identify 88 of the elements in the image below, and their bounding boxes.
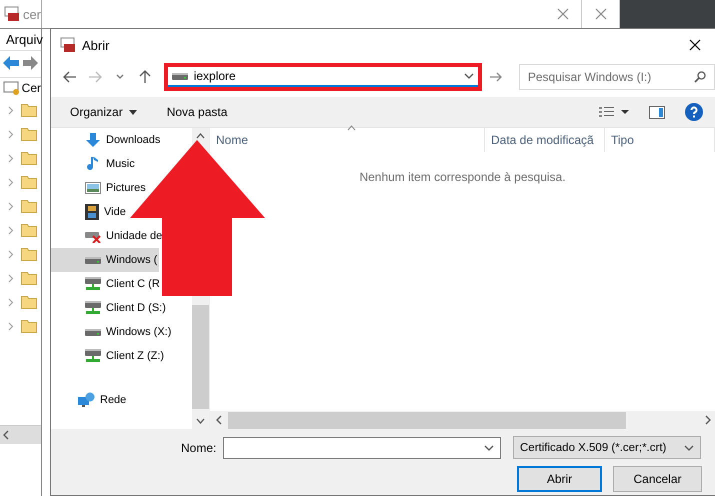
- nav-item[interactable]: Music: [51, 152, 137, 176]
- right-arrow-icon: [88, 71, 102, 83]
- folder-icon: [21, 223, 37, 237]
- folder-icon: [21, 319, 37, 333]
- chevron-right-icon[interactable]: [6, 154, 15, 162]
- folder-icon: [21, 199, 37, 213]
- chevron-right-icon[interactable]: [6, 274, 15, 282]
- chevron-right-icon[interactable]: [6, 250, 15, 258]
- name-field[interactable]: [223, 436, 501, 458]
- cancel-button[interactable]: Cancelar: [613, 466, 702, 492]
- folder-icon: [21, 247, 37, 261]
- folder-icon: [21, 127, 37, 141]
- nav-item[interactable]: Windows (: [51, 248, 160, 272]
- chevron-right-icon[interactable]: [6, 202, 15, 210]
- chevron-right-icon[interactable]: [6, 178, 15, 186]
- close-icon: [556, 8, 568, 20]
- app-icon: [60, 37, 76, 53]
- search-icon: [694, 71, 706, 83]
- view-options-icon[interactable]: [599, 106, 629, 118]
- drive-x-icon: [85, 229, 101, 243]
- scroll-right-icon: [705, 415, 711, 425]
- nav-item[interactable]: Client Z (Z:): [51, 344, 166, 368]
- toolbar-button[interactable]: Nova pasta: [166, 105, 228, 119]
- nav-item[interactable]: Downloads: [51, 128, 162, 152]
- empty-message: Nenhum item corresponde à pesquisa.: [359, 170, 566, 184]
- network-icon: [77, 392, 95, 408]
- name-label: Nome:: [181, 440, 218, 454]
- search-field[interactable]: Pesquisar Windows (I:): [518, 64, 715, 90]
- drive-icon: [85, 327, 101, 337]
- chevron-right-icon[interactable]: [6, 226, 15, 234]
- caret-icon: [464, 73, 474, 79]
- nav-item[interactable]: Rede: [51, 388, 128, 412]
- scroll-left-icon: [216, 415, 222, 425]
- close-icon: [594, 8, 606, 20]
- caret-down-icon: [196, 418, 205, 424]
- scrollbar[interactable]: [210, 411, 715, 429]
- nav-item[interactable]: Vide: [51, 200, 128, 224]
- column-header[interactable]: Data de modificaçã: [485, 128, 605, 152]
- menu-button[interactable]: Organizar: [70, 105, 137, 119]
- folder-icon: [21, 271, 37, 285]
- app-icon: [4, 6, 19, 22]
- up-arrow-icon: [139, 70, 152, 84]
- window-title: cer: [22, 6, 41, 22]
- folder-icon: [21, 295, 37, 309]
- caret-icon: [116, 74, 124, 80]
- certificate-icon: [3, 80, 19, 96]
- drive-icon: [172, 71, 188, 81]
- dialog-title: Abrir: [82, 38, 110, 52]
- left-arrow-icon: [62, 71, 77, 83]
- caret-icon: [128, 110, 137, 114]
- chevron-right-icon[interactable]: [6, 298, 15, 306]
- caret-icon: [484, 444, 494, 450]
- nav-item[interactable]: Client C (R: [51, 272, 162, 296]
- forward-arrow-icon[interactable]: [23, 55, 39, 71]
- scrollbar-thumb[interactable]: [192, 305, 209, 409]
- caret-icon: [684, 444, 694, 450]
- music-note-icon: [85, 156, 101, 172]
- down-arrow-icon: [85, 132, 101, 148]
- right-arrow-icon: [489, 71, 504, 83]
- close-icon: [689, 39, 701, 51]
- folder-icon: [21, 175, 37, 189]
- network-drive-icon: [85, 348, 101, 364]
- scroll-left-icon: [3, 430, 9, 440]
- chevron-right-icon[interactable]: [6, 130, 15, 138]
- chevron-right-icon[interactable]: [6, 106, 15, 114]
- film-icon: [85, 204, 99, 220]
- drive-icon: [85, 255, 101, 265]
- nav-item[interactable]: Pictures: [51, 176, 148, 200]
- caret-up-icon: [196, 133, 205, 139]
- nav-item[interactable]: Windows (X:): [51, 320, 174, 344]
- help-icon[interactable]: [685, 103, 703, 121]
- chevron-right-icon[interactable]: [6, 322, 15, 330]
- preview-pane-icon[interactable]: [649, 106, 665, 118]
- file-type-select[interactable]: Certificado X.509 (*.cer;*.crt): [513, 436, 701, 459]
- network-drive-icon: [85, 276, 101, 292]
- address-field[interactable]: iexplore: [168, 67, 478, 87]
- nav-item[interactable]: Client D (S:): [51, 296, 168, 320]
- nav-item[interactable]: Unidade de: [51, 224, 164, 248]
- menu-item[interactable]: Arquiv: [0, 29, 41, 51]
- column-header[interactable]: Nome: [210, 128, 485, 152]
- column-header[interactable]: Tipo: [605, 128, 715, 152]
- picture-icon: [85, 181, 101, 195]
- network-drive-icon: [85, 300, 101, 316]
- folder-icon: [21, 151, 37, 165]
- tree-item[interactable]: Cer: [22, 81, 41, 95]
- back-arrow-icon[interactable]: [2, 55, 20, 71]
- folder-icon: [21, 103, 37, 117]
- open-button[interactable]: Abrir: [517, 466, 602, 492]
